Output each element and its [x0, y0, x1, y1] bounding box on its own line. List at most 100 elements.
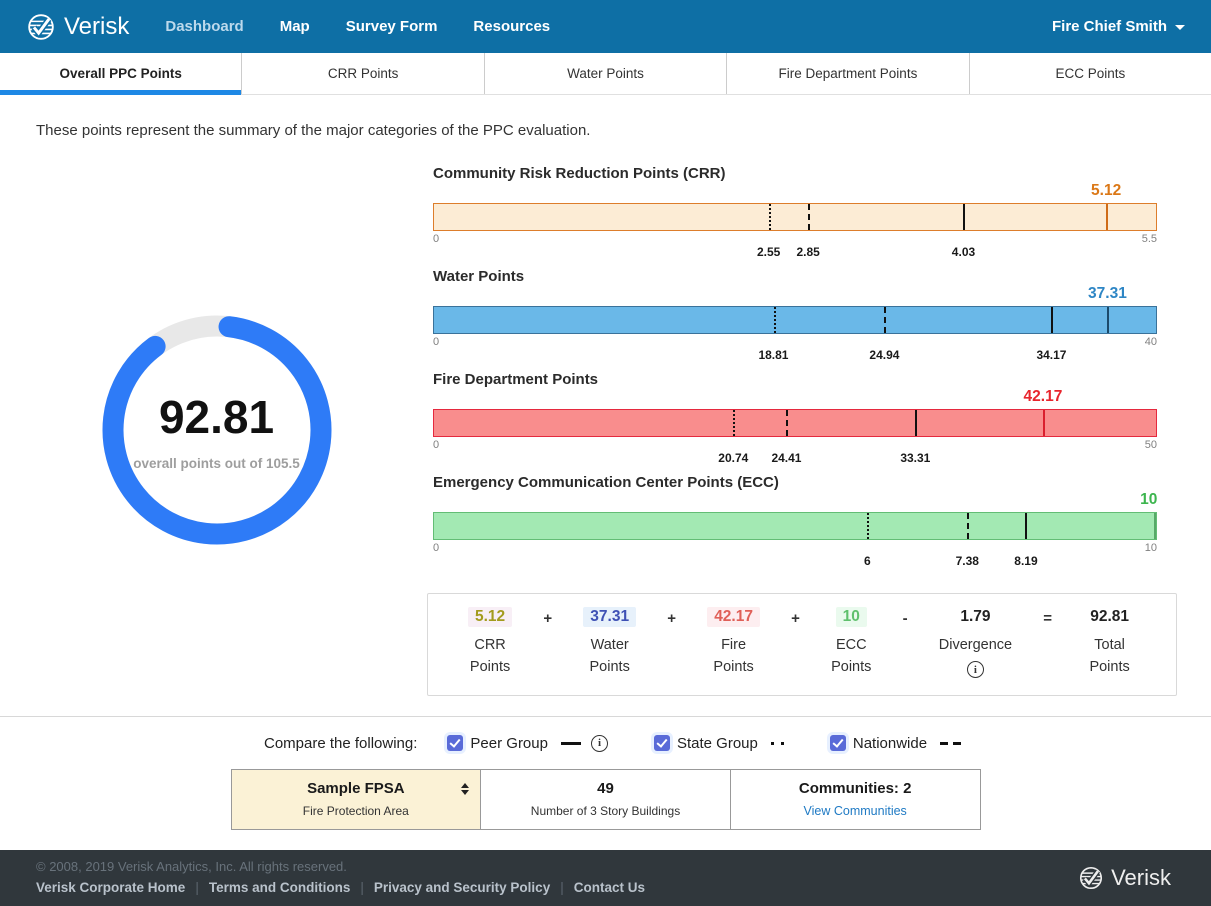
compare-option-state-group: State Group [654, 735, 784, 752]
nav-item-survey-form[interactable]: Survey Form [346, 18, 438, 35]
tab-bar: Overall PPC PointsCRR PointsWater Points… [0, 53, 1211, 95]
top-navbar: Verisk DashboardMapSurvey FormResources … [0, 0, 1211, 53]
bar-chart-emergency-communication-center-points-ecc: Emergency Communication Center Points (E… [433, 474, 1157, 570]
compare-option-peer-group: Peer Group i [447, 735, 608, 752]
info-icon[interactable]: i [591, 735, 608, 752]
bar-axis: 050 [433, 437, 1157, 450]
overall-points-donut: 92.81 overall points out of 105.5 [92, 305, 342, 555]
bar-chart-fire-department-points: Fire Department Points42.1705020.7424.41… [433, 371, 1157, 467]
bar-value-line [1106, 204, 1108, 230]
state_group-marker-value: 20.74 [718, 451, 748, 465]
bar-chart-title: Water Points [433, 268, 1157, 285]
copyright-text: © 2008, 2019 Verisk Analytics, Inc. All … [36, 859, 1175, 874]
ecc-points-summary: 10 ECCPoints [831, 607, 871, 679]
summary-label: WaterPoints [590, 634, 630, 679]
bar-value-line [1154, 513, 1156, 539]
summary-value: 10 [836, 607, 867, 627]
bar-value-line [1043, 410, 1045, 436]
summary-value: 37.31 [583, 607, 636, 627]
info-cell-sample-fpsa[interactable]: Sample FPSAFire Protection Area [232, 770, 482, 829]
summary-label: FirePoints [713, 634, 753, 679]
total-points-summary: 92.81TotalPoints [1083, 607, 1136, 679]
chevron-down-icon [1175, 25, 1185, 30]
peer_group-marker-line [915, 410, 917, 436]
bar-value-line [1107, 307, 1109, 333]
summary-label: ECCPoints [831, 634, 871, 679]
nationwide-checkbox[interactable] [830, 735, 846, 751]
verisk-globe-check-icon [26, 12, 56, 42]
tab-fire-department-points[interactable]: Fire Department Points [727, 53, 969, 94]
info-icon[interactable]: i [967, 661, 984, 678]
footer-link-terms-and-conditions[interactable]: Terms and Conditions [209, 880, 351, 895]
footer-link-contact-us[interactable]: Contact Us [574, 880, 645, 895]
points-summary-equation: 5.12CRRPoints+37.31WaterPoints+42.17Fire… [427, 593, 1177, 696]
bar-track: 42.17 [433, 409, 1157, 437]
nav-item-map[interactable]: Map [280, 18, 310, 35]
footer-link-privacy-and-security-policy[interactable]: Privacy and Security Policy [374, 880, 550, 895]
peer-group-checkbox[interactable] [447, 735, 463, 751]
info-cell-title: Communities: 2 [739, 780, 972, 797]
dotted-line-swatch [771, 742, 784, 745]
summary-value: 5.12 [468, 607, 512, 627]
bar-track: 5.12 [433, 203, 1157, 231]
bar-value-label: 5.12 [1091, 182, 1121, 200]
peer_group-marker-line [963, 204, 965, 230]
nav-item-resources[interactable]: Resources [473, 18, 550, 35]
state-group-checkbox[interactable] [654, 735, 670, 751]
info-cell-subtitle: Number of 3 Story Buildings [489, 804, 722, 818]
overall-points-value: 92.81 [159, 390, 274, 444]
info-cell-49: 49Number of 3 Story Buildings [481, 770, 731, 829]
tab-overall-ppc-points[interactable]: Overall PPC Points [0, 53, 242, 94]
compare-option-label: Peer Group [470, 735, 548, 752]
bar-track: 10 [433, 512, 1157, 540]
peer_group-marker-line [1051, 307, 1053, 333]
nationwide-marker-line [808, 204, 810, 230]
dashed-line-swatch [940, 742, 961, 745]
bar-marker-labels: 2.552.854.03 [433, 244, 1157, 261]
bar-axis: 010 [433, 540, 1157, 553]
fire-points-summary: 42.17FirePoints [707, 607, 760, 679]
nationwide-marker-value: 24.94 [869, 348, 899, 362]
bar-chart-title: Emergency Communication Center Points (E… [433, 474, 1157, 491]
compare-option-nationwide: Nationwide [830, 735, 961, 752]
peer_group-marker-value: 34.17 [1036, 348, 1066, 362]
summary-label: CRRPoints [470, 634, 510, 679]
select-arrows-icon [461, 783, 469, 795]
solid-line-swatch [561, 742, 581, 745]
state_group-marker-line [733, 410, 735, 436]
user-menu-label: Fire Chief Smith [1052, 18, 1167, 35]
footer-verisk-brand[interactable]: Verisk [1078, 865, 1171, 891]
compare-label: Compare the following: [264, 735, 417, 752]
bar-axis: 040 [433, 334, 1157, 347]
state_group-marker-value: 6 [864, 554, 871, 568]
operator: + [791, 610, 800, 627]
summary-value: 1.79 [953, 607, 997, 627]
nationwide-marker-value: 7.38 [956, 554, 979, 568]
bar-chart-community-risk-reduction-points-crr: Community Risk Reduction Points (CRR)5.1… [433, 165, 1157, 261]
divergence-summary: 1.79Divergencei [939, 607, 1012, 678]
donut-column: 92.81 overall points out of 105.5 [0, 165, 433, 696]
tab-water-points[interactable]: Water Points [485, 53, 727, 94]
user-menu[interactable]: Fire Chief Smith [1052, 18, 1185, 35]
nationwide-marker-line [884, 307, 886, 333]
section-divider [0, 716, 1211, 717]
state_group-marker-value: 2.55 [757, 245, 780, 259]
intro-text: These points represent the summary of th… [36, 122, 1175, 139]
bar-marker-labels: 18.8124.9434.17 [433, 347, 1157, 364]
summary-value: 92.81 [1083, 607, 1136, 627]
bar-value-label: 37.31 [1088, 285, 1127, 303]
donut-center: 92.81 overall points out of 105.5 [92, 305, 342, 555]
bar-value-label: 10 [1140, 491, 1157, 509]
bar-chart-title: Fire Department Points [433, 371, 1157, 388]
water-points-summary: 37.31 WaterPoints [583, 607, 636, 679]
tab-crr-points[interactable]: CRR Points [242, 53, 484, 94]
verisk-brand[interactable]: Verisk [26, 12, 129, 42]
tab-ecc-points[interactable]: ECC Points [970, 53, 1211, 94]
nav-item-dashboard[interactable]: Dashboard [165, 18, 243, 35]
footer-link-separator: | [195, 880, 199, 895]
info-cell-title: Sample FPSA [240, 780, 473, 797]
footer-link-verisk-corporate-home[interactable]: Verisk Corporate Home [36, 880, 185, 895]
state_group-marker-line [774, 307, 776, 333]
view-communities-link[interactable]: View Communities [739, 804, 972, 818]
operator: - [903, 610, 908, 627]
